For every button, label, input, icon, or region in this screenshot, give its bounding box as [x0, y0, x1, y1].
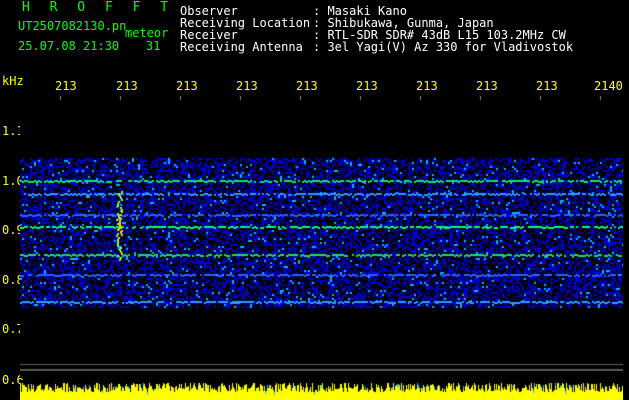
plot-baseline [20, 370, 623, 371]
x-tick: 2140 [594, 79, 623, 93]
x-tick: 213 [55, 79, 77, 93]
x-tick: 213 [476, 79, 498, 93]
x-tick: 213 [416, 79, 438, 93]
meteor-count: 31 [146, 39, 161, 53]
info-label-antenna: Receiving Antenna [180, 40, 303, 54]
info-value-antenna: : 3el Yagi(V) Az 330 for Vladivostok [313, 40, 574, 54]
spectrogram-canvas [20, 96, 623, 376]
file-name: UT2507082130.pn [18, 19, 127, 33]
x-tick: 213 [536, 79, 558, 93]
app-title: H R O F F T [22, 0, 175, 15]
x-tick: 213 [176, 79, 198, 93]
x-tick: 213 [116, 79, 138, 93]
y-axis-unit: kHz [2, 74, 24, 88]
x-tick: 213 [356, 79, 378, 93]
signal-level-bar [20, 380, 623, 400]
x-tick: 213 [296, 79, 318, 93]
datetime: 25.07.08 21:30 [18, 39, 120, 53]
x-tick: 213 [236, 79, 258, 93]
meteor-label: meteor [125, 26, 169, 40]
